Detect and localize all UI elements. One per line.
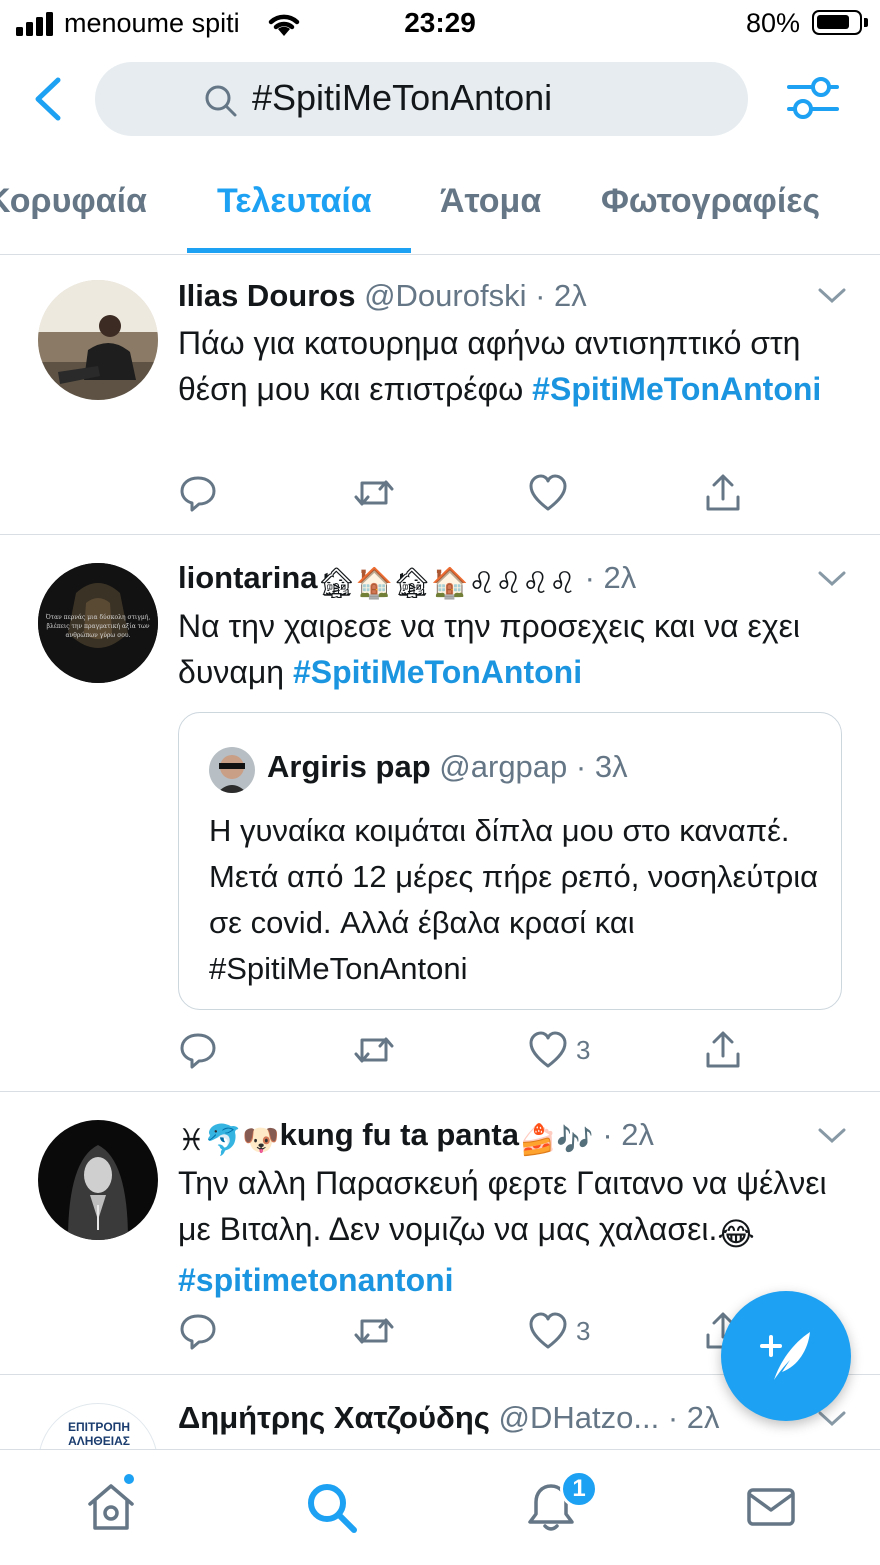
- bottom-navigation: [0, 1449, 880, 1565]
- author-handle[interactable]: @Dourofski: [364, 278, 526, 313]
- author-name-emoji: 🏚🏠🏚🏠♌♌♌♌: [317, 567, 576, 600]
- compose-feather-icon: [760, 1332, 810, 1380]
- status-bar: menoume spiti 23:29 80%: [0, 0, 880, 50]
- avatar[interactable]: [38, 280, 158, 400]
- share-button[interactable]: [703, 471, 743, 515]
- retweet-icon: [354, 1037, 394, 1063]
- share-icon: [706, 474, 740, 511]
- reply-button[interactable]: [178, 471, 218, 515]
- like-button[interactable]: 3: [528, 1028, 590, 1072]
- author-name[interactable]: Δημήτρης Χατζούδης: [178, 1400, 490, 1435]
- quoted-header: Argiris pap @argpap · 3λ: [267, 749, 628, 785]
- author-name[interactable]: liontarina: [178, 560, 318, 595]
- like-button[interactable]: [528, 471, 576, 515]
- heart-icon: [529, 1031, 567, 1068]
- tab-photos[interactable]: Φωτογραφίες: [601, 182, 820, 221]
- search-query[interactable]: #SpitiMeTonAntoni: [252, 77, 552, 119]
- heart-icon: [529, 1312, 567, 1349]
- tweet-actions: 3: [178, 1309, 778, 1353]
- hashtag-link[interactable]: #spitimetonantoni: [178, 1262, 454, 1298]
- tweet-time: · 2λ: [584, 560, 637, 595]
- reply-icon: [180, 476, 216, 512]
- quoted-time: · 3λ: [575, 749, 628, 784]
- tweet-header: Ilias Douros @Dourofski · 2λ: [178, 278, 587, 314]
- tweet-actions: [178, 471, 778, 515]
- retweet-icon: [354, 480, 394, 506]
- search-tabs: Κορυφαία Τελευταία Άτομα Φωτογραφίες: [0, 160, 880, 255]
- back-button[interactable]: [30, 76, 66, 122]
- tweet-actions: 3: [178, 1028, 778, 1072]
- chevron-down-icon[interactable]: [818, 571, 846, 587]
- tweet-text: Πάω για κατουρημα αφήνω αντισηπτικό στη …: [178, 320, 838, 412]
- avatar-caption: Όταν περνάς μια δύσκολη στιγμή, βλέπεις …: [45, 614, 151, 639]
- hashtag-link[interactable]: #SpitiMeTonAntoni: [532, 371, 821, 407]
- search-icon: [205, 85, 237, 117]
- compose-tweet-button[interactable]: [721, 1291, 851, 1421]
- battery-percentage: 80%: [746, 8, 801, 38]
- author-name-suffix-emoji: 🍰🎶: [519, 1124, 594, 1157]
- tweet-text: Την αλλη Παρασκευή φερτε Γαιτανο να ψέλν…: [178, 1160, 838, 1303]
- chevron-down-icon[interactable]: [818, 288, 846, 304]
- tweet-time: · 2λ: [602, 1117, 655, 1152]
- tab-top[interactable]: Κορυφαία: [0, 182, 147, 221]
- author-handle[interactable]: @DHatzo...: [499, 1400, 660, 1435]
- quoted-tweet[interactable]: Argiris pap @argpap · 3λ Η γυναίκα κοιμά…: [178, 712, 842, 1010]
- mail-icon[interactable]: [744, 1480, 798, 1534]
- tweet-text: Να την χαιρεσε να την προσεχεις και να ε…: [178, 603, 838, 695]
- reply-button[interactable]: [178, 1309, 218, 1353]
- retweet-button[interactable]: [352, 1028, 396, 1072]
- author-name-prefix-emoji: ♓🐬🐶: [178, 1124, 280, 1157]
- like-button[interactable]: 3: [528, 1309, 590, 1353]
- tweet[interactable]: Ilias Douros @Dourofski · 2λ Πάω για κατ…: [0, 256, 880, 535]
- chevron-down-icon[interactable]: [818, 1128, 846, 1144]
- reply-button[interactable]: [178, 1028, 218, 1072]
- avatar[interactable]: [38, 1120, 158, 1240]
- heart-icon: [529, 474, 567, 511]
- quoted-text: Η γυναίκα κοιμάται δίπλα μου στο καναπέ.…: [209, 813, 819, 986]
- laughing-emoji: 😂: [717, 1216, 755, 1252]
- avatar-caption: ΕΠΙΤΡΟΠΗ ΑΛΗΘΕΙΑΣ: [67, 1420, 130, 1448]
- battery-icon: [812, 10, 868, 35]
- quoted-author-handle: @argpap: [439, 749, 568, 784]
- share-button[interactable]: [703, 1028, 743, 1072]
- quoted-author-name: Argiris pap: [267, 749, 431, 784]
- author-name[interactable]: Ilias Douros: [178, 278, 355, 313]
- home-icon[interactable]: [84, 1480, 138, 1534]
- tweet-time: · 2λ: [667, 1400, 720, 1435]
- search-icon[interactable]: [304, 1480, 360, 1536]
- tab-latest[interactable]: Τελευταία: [217, 182, 372, 221]
- reply-icon: [180, 1033, 216, 1069]
- like-count: 3: [576, 1315, 591, 1346]
- reply-icon: [180, 1314, 216, 1350]
- author-name[interactable]: kung fu ta panta: [280, 1117, 519, 1152]
- filter-settings-button[interactable]: [785, 75, 841, 123]
- avatar[interactable]: Όταν περνάς μια δύσκολη στιγμή, βλέπεις …: [38, 563, 158, 683]
- like-count: 3: [576, 1034, 591, 1065]
- tweet-header: Δημήτρης Χατζούδης @DHatzo... · 2λ: [178, 1400, 720, 1436]
- tweet-header: liontarina🏚🏠🏚🏠♌♌♌♌ · 2λ: [178, 560, 636, 601]
- chevron-down-icon[interactable]: [818, 1411, 846, 1427]
- avatar[interactable]: ΕΠΙΤΡΟΠΗ ΑΛΗΘΕΙΑΣ: [38, 1403, 158, 1449]
- hashtag-link[interactable]: #SpitiMeTonAntoni: [293, 654, 582, 690]
- quoted-avatar[interactable]: [209, 747, 255, 793]
- home-unread-dot: [122, 1472, 136, 1486]
- retweet-icon: [354, 1318, 394, 1344]
- tweet-header: ♓🐬🐶kung fu ta panta🍰🎶 · 2λ: [178, 1117, 654, 1158]
- tweet-time: · 2λ: [535, 278, 587, 313]
- active-tab-indicator: [187, 248, 411, 253]
- tweet[interactable]: Όταν περνάς μια δύσκολη στιγμή, βλέπεις …: [0, 535, 880, 1092]
- retweet-button[interactable]: [352, 1309, 396, 1353]
- retweet-button[interactable]: [352, 471, 396, 515]
- share-icon: [706, 1031, 740, 1068]
- notifications-badge: 1: [560, 1470, 598, 1508]
- tab-people[interactable]: Άτομα: [440, 182, 541, 221]
